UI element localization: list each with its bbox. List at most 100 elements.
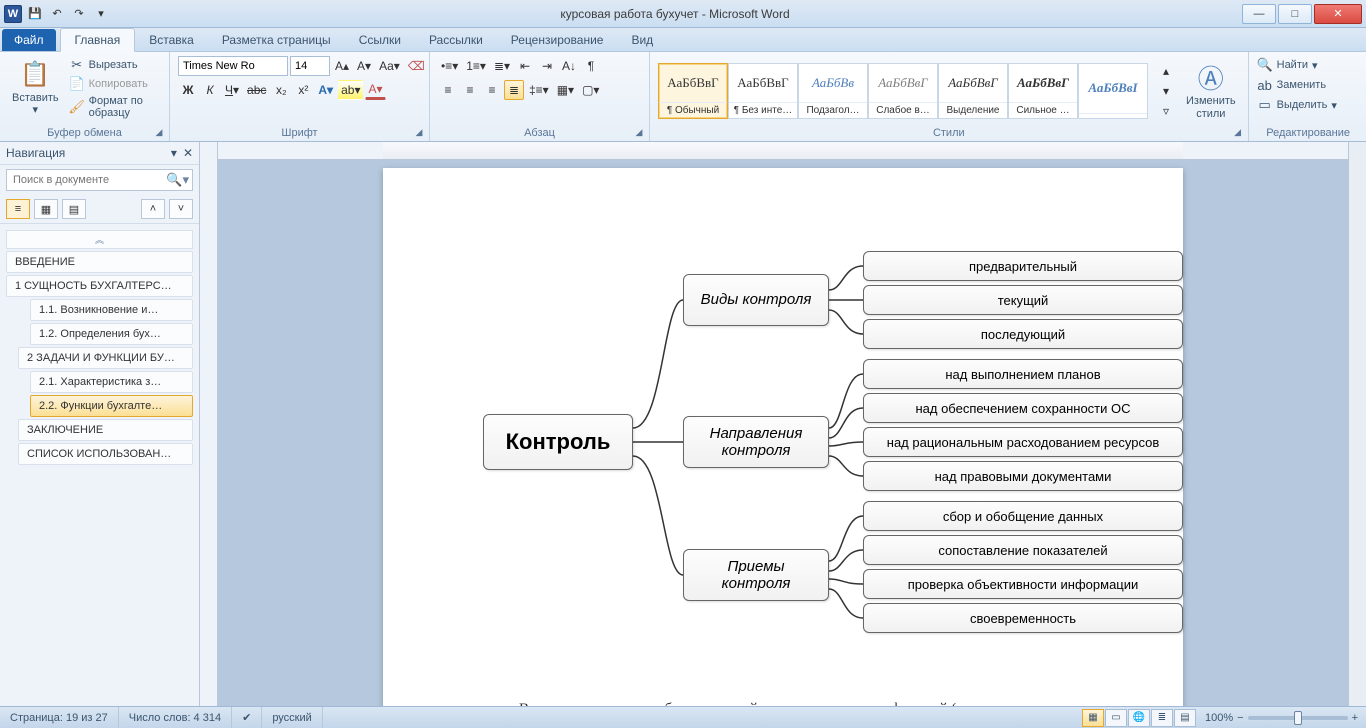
tab-разметка страницы[interactable]: Разметка страницы [208, 29, 345, 51]
tab-вставка[interactable]: Вставка [135, 29, 208, 51]
style-item[interactable]: АаБбВвІ [1078, 63, 1148, 119]
select-button[interactable]: ▭Выделить ▾ [1257, 96, 1337, 114]
zoom-out-button[interactable]: − [1237, 712, 1243, 724]
nav-collapse-bar[interactable]: ︽ [6, 230, 193, 249]
grow-font-button[interactable]: A▴ [332, 56, 352, 76]
minimize-button[interactable]: — [1242, 4, 1276, 24]
tab-ссылки[interactable]: Ссылки [345, 29, 415, 51]
file-tab[interactable]: Файл [2, 29, 56, 51]
replace-button[interactable]: abЗаменить [1257, 76, 1326, 94]
font-color-button[interactable]: A▾ [365, 80, 385, 100]
superscript-button[interactable]: x² [293, 80, 313, 100]
diagram-leaf-box[interactable]: последующий [863, 319, 1183, 349]
change-case-button[interactable]: Aa▾ [376, 56, 403, 76]
navigation-search-input[interactable] [6, 169, 193, 191]
justify-button[interactable]: ≣ [504, 80, 524, 100]
zoom-slider[interactable] [1248, 716, 1348, 720]
vertical-scrollbar[interactable] [1348, 142, 1366, 706]
find-button[interactable]: 🔍Найти ▾ [1257, 56, 1318, 74]
tab-главная[interactable]: Главная [60, 28, 136, 52]
numbering-button[interactable]: 1≡▾ [463, 56, 489, 76]
cut-button[interactable]: ✂Вырезать [69, 56, 161, 74]
tab-рецензирование[interactable]: Рецензирование [497, 29, 618, 51]
underline-button[interactable]: Ч ▾ [222, 80, 242, 100]
increase-indent-button[interactable]: ⇥ [537, 56, 557, 76]
search-icon[interactable]: 🔍▾ [166, 172, 189, 188]
navigation-menu-icon[interactable]: ▾ [171, 146, 177, 160]
nav-item[interactable]: 2 ЗАДАЧИ И ФУНКЦИИ БУ… [18, 347, 193, 369]
font-name-input[interactable] [178, 56, 288, 76]
format-painter-button[interactable]: 🖌Формат по образцу [69, 94, 161, 120]
zoom-level[interactable]: 100% [1205, 712, 1233, 724]
view-draft[interactable]: ▤ [1174, 709, 1196, 727]
nav-item[interactable]: 2.1. Характеристика з… [30, 371, 193, 393]
page[interactable]: Контроль Виды контроляпредварительныйтек… [383, 168, 1183, 706]
text-effects-button[interactable]: A▾ [315, 80, 336, 100]
clear-formatting-button[interactable]: ⌫ [405, 56, 428, 76]
diagram-leaf-box[interactable]: сбор и обобщение данных [863, 501, 1183, 531]
navigation-close-icon[interactable]: ✕ [183, 146, 193, 160]
sort-button[interactable]: A↓ [559, 56, 579, 76]
style-item[interactable]: АаБбВвГСильное … [1008, 63, 1078, 119]
decrease-indent-button[interactable]: ⇤ [515, 56, 535, 76]
paragraph-launcher-icon[interactable]: ◢ [633, 127, 645, 139]
style-item[interactable]: АаБбВвГ¶ Без инте… [728, 63, 798, 119]
show-marks-button[interactable]: ¶ [581, 56, 601, 76]
diagram-mid-box[interactable]: Приемы контроля [683, 549, 829, 601]
borders-button[interactable]: ▢▾ [579, 80, 602, 100]
subscript-button[interactable]: x₂ [271, 80, 291, 100]
status-proofing[interactable]: ✔ [232, 707, 262, 728]
styles-gallery-expand-icon[interactable]: ▿ [1156, 101, 1176, 121]
diagram-leaf-box[interactable]: сопоставление показателей [863, 535, 1183, 565]
nav-next-icon[interactable]: ˅ [169, 199, 193, 219]
nav-item[interactable]: 1.2. Определения бух… [30, 323, 193, 345]
style-item[interactable]: АаБбВвГ¶ Обычный [658, 63, 728, 119]
nav-item[interactable]: ВВЕДЕНИЕ [6, 251, 193, 273]
styles-launcher-icon[interactable]: ◢ [1232, 127, 1244, 139]
nav-item[interactable]: СПИСОК ИСПОЛЬЗОВАН… [18, 443, 193, 465]
align-left-button[interactable]: ≡ [438, 80, 458, 100]
nav-item[interactable]: 1 СУЩНОСТЬ БУХГАЛТЕРС… [6, 275, 193, 297]
nav-view-headings[interactable]: ≡ [6, 199, 30, 219]
nav-view-pages[interactable]: ▦ [34, 199, 58, 219]
shading-button[interactable]: ▦▾ [554, 80, 577, 100]
redo-icon[interactable]: ↷ [70, 5, 88, 23]
line-spacing-button[interactable]: ‡≡▾ [526, 80, 552, 100]
zoom-in-button[interactable]: + [1352, 712, 1358, 724]
clipboard-launcher-icon[interactable]: ◢ [153, 127, 165, 139]
diagram-leaf-box[interactable]: над правовыми документами [863, 461, 1183, 491]
maximize-button[interactable]: □ [1278, 4, 1312, 24]
diagram-mid-box[interactable]: Направления контроля [683, 416, 829, 468]
save-icon[interactable]: 💾 [26, 5, 44, 23]
strikethrough-button[interactable]: abc [244, 80, 269, 100]
view-full-screen[interactable]: ▭ [1105, 709, 1127, 727]
view-print-layout[interactable]: ▦ [1082, 709, 1104, 727]
diagram-leaf-box[interactable]: проверка объективности информации [863, 569, 1183, 599]
style-item[interactable]: АаБбВвГВыделение [938, 63, 1008, 119]
nav-view-results[interactable]: ▤ [62, 199, 86, 219]
status-page[interactable]: Страница: 19 из 27 [0, 707, 119, 728]
diagram-leaf-box[interactable]: текущий [863, 285, 1183, 315]
nav-prev-icon[interactable]: ˄ [141, 199, 165, 219]
font-size-input[interactable] [290, 56, 330, 76]
status-language[interactable]: русский [262, 707, 322, 728]
view-outline[interactable]: ≣ [1151, 709, 1173, 727]
status-word-count[interactable]: Число слов: 4 314 [119, 707, 232, 728]
bold-button[interactable]: Ж [178, 80, 198, 100]
styles-scroll-down-icon[interactable]: ▾ [1156, 81, 1176, 101]
diagram-leaf-box[interactable]: над рациональным расходованием ресурсов [863, 427, 1183, 457]
bullets-button[interactable]: •≡▾ [438, 56, 461, 76]
qat-customize-icon[interactable]: ▾ [92, 5, 110, 23]
close-button[interactable]: ✕ [1314, 4, 1362, 24]
shrink-font-button[interactable]: A▾ [354, 56, 374, 76]
diagram-leaf-box[interactable]: над обеспечением сохранности ОС [863, 393, 1183, 423]
vertical-ruler[interactable] [200, 142, 218, 706]
style-item[interactable]: АаБбВвПодзагол… [798, 63, 868, 119]
multilevel-button[interactable]: ≣▾ [491, 56, 513, 76]
smartart-diagram[interactable]: Контроль Виды контроляпредварительныйтек… [483, 228, 1143, 658]
document-scroll[interactable]: Контроль Виды контроляпредварительныйтек… [218, 142, 1348, 706]
diagram-leaf-box[interactable]: над выполнением планов [863, 359, 1183, 389]
paste-button[interactable]: 📋 Вставить ▾ [8, 56, 63, 118]
nav-item[interactable]: ЗАКЛЮЧЕНИЕ [18, 419, 193, 441]
copy-button[interactable]: 📄Копировать [69, 75, 161, 93]
